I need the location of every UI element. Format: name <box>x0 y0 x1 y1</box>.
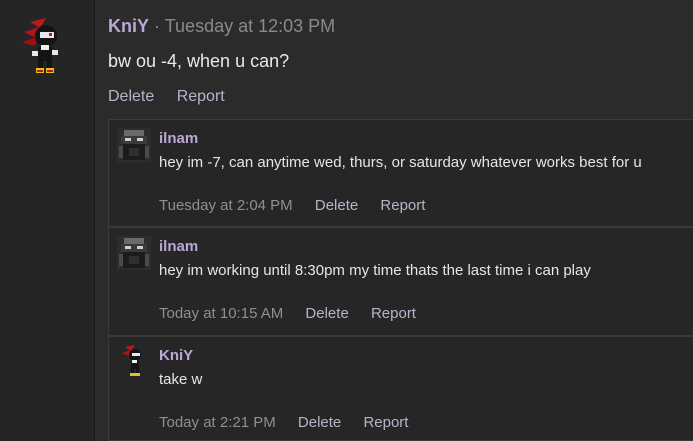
reply-delete-link[interactable]: Delete <box>305 305 348 322</box>
reply-meta: Today at 2:21 PM Delete Report <box>159 414 426 432</box>
post-report-link[interactable]: Report <box>177 88 225 105</box>
reply-meta: Tuesday at 2:04 PM Delete Report <box>159 197 443 215</box>
post-delete-link[interactable]: Delete <box>108 88 154 105</box>
reply-delete-link[interactable]: Delete <box>298 414 341 431</box>
reply-timestamp[interactable]: Today at 2:21 PM <box>159 414 276 431</box>
reply-report-link[interactable]: Report <box>363 414 408 431</box>
reply-text: hey im -7, can anytime wed, thurs, or sa… <box>159 154 642 171</box>
shadow-hedgehog-avatar-icon[interactable] <box>119 343 145 377</box>
reply-text: hey im working until 8:30pm my time that… <box>159 262 591 279</box>
shadow-hedgehog-avatar-icon[interactable] <box>16 14 64 76</box>
reply-item: ilnam hey im -7, can anytime wed, thurs,… <box>108 119 693 227</box>
profile-post-page: KniY · Tuesday at 12:03 PM bw ou -4, whe… <box>0 0 693 441</box>
reply-delete-link[interactable]: Delete <box>315 197 358 214</box>
post-body: bw ou -4, when u can? <box>108 51 290 71</box>
reply-item: KniY take w Today at 2:21 PM Delete Repo… <box>108 336 693 441</box>
post-timestamp[interactable]: Tuesday at 12:03 PM <box>165 16 335 36</box>
reply-report-link[interactable]: Report <box>371 305 416 322</box>
post-actions: Delete Report <box>108 87 243 107</box>
header-separator: · <box>154 16 161 36</box>
masked-figure-avatar-icon[interactable] <box>117 128 151 162</box>
post-header: KniY · Tuesday at 12:03 PM <box>108 15 335 37</box>
reply-timestamp[interactable]: Today at 10:15 AM <box>159 305 283 322</box>
reply-username[interactable]: KniY <box>159 347 193 365</box>
reply-meta: Today at 10:15 AM Delete Report <box>159 305 434 323</box>
reply-item: ilnam hey im working until 8:30pm my tim… <box>108 227 693 336</box>
reply-timestamp[interactable]: Tuesday at 2:04 PM <box>159 197 293 214</box>
reply-username[interactable]: ilnam <box>159 130 198 148</box>
masked-figure-avatar-icon[interactable] <box>117 236 151 270</box>
reply-username[interactable]: ilnam <box>159 238 198 256</box>
reply-text: take w <box>159 371 203 388</box>
reply-report-link[interactable]: Report <box>380 197 425 214</box>
post-author-username[interactable]: KniY <box>108 16 149 36</box>
